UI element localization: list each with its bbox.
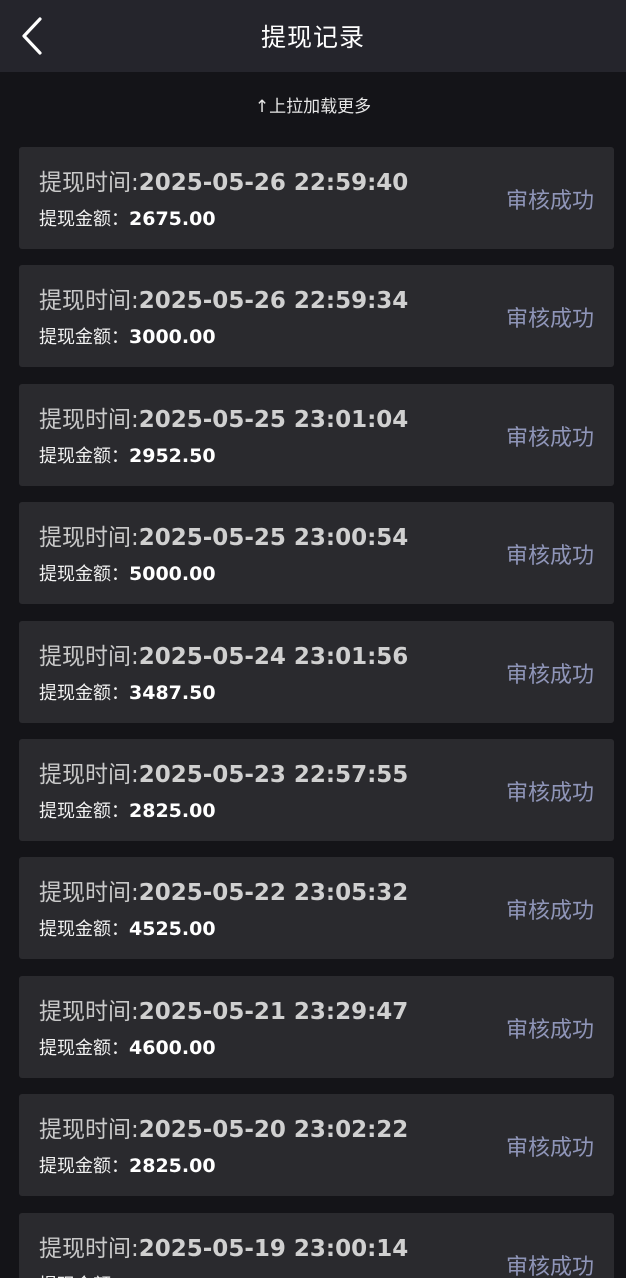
time-value: 2025-05-20 23:02:22 — [138, 1117, 409, 1144]
time-value: 2025-05-22 23:05:32 — [138, 880, 409, 907]
amount-label: 提现金额： — [39, 919, 129, 941]
nav-bar: 提现记录 — [0, 0, 626, 72]
record-item[interactable]: 提现时间:2025-05-22 23:05:32 提现金额：4525.00 审核… — [19, 857, 614, 960]
withdraw-amount: 提现金额： — [39, 1271, 129, 1278]
withdraw-time: 提现时间:2025-05-21 23:29:47 — [39, 992, 408, 1026]
time-label: 提现时间: — [39, 406, 139, 433]
record-list: 提现时间:2025-05-26 22:59:40 提现金额：2675.00 审核… — [19, 147, 614, 1278]
record-item[interactable]: 提现时间:2025-05-26 22:59:40 提现金额：2675.00 审核… — [19, 147, 614, 249]
withdraw-amount: 提现金额：2825.00 — [39, 1152, 216, 1178]
status-badge: 审核成功 — [505, 899, 594, 925]
amount-value: 2952.50 — [129, 444, 216, 467]
status-badge: 审核成功 — [505, 1136, 594, 1162]
amount-label: 提现金额： — [39, 800, 129, 822]
withdraw-time: 提现时间:2025-05-19 23:00:14 — [39, 1229, 408, 1263]
time-value: 2025-05-26 22:59:34 — [138, 288, 409, 315]
status-badge: 审核成功 — [505, 662, 594, 688]
time-value: 2025-05-24 23:01:56 — [138, 643, 409, 670]
amount-label: 提现金额： — [39, 445, 129, 467]
time-value: 2025-05-19 23:00:14 — [138, 1235, 409, 1262]
status-badge: 审核成功 — [505, 307, 594, 333]
amount-label: 提现金额： — [39, 1037, 129, 1059]
withdraw-amount: 提现金额：4525.00 — [39, 915, 216, 941]
withdraw-time: 提现时间:2025-05-26 22:59:40 — [39, 163, 408, 197]
amount-value: 2825.00 — [129, 1155, 216, 1178]
withdraw-amount: 提现金额：2675.00 — [39, 205, 216, 231]
time-label: 提现时间: — [39, 761, 139, 788]
time-value: 2025-05-25 23:01:04 — [138, 406, 409, 433]
status-badge: 审核成功 — [505, 780, 594, 806]
withdraw-amount: 提现金额：2952.50 — [39, 442, 216, 468]
withdraw-amount: 提现金额：2825.00 — [39, 797, 216, 823]
withdraw-time: 提现时间:2025-05-25 23:00:54 — [39, 518, 408, 552]
withdraw-amount: 提现金额：3000.00 — [39, 323, 216, 349]
withdraw-amount: 提现金额：3487.50 — [39, 679, 216, 705]
time-value: 2025-05-23 22:57:55 — [138, 761, 409, 788]
time-label: 提现时间: — [39, 880, 139, 907]
record-item[interactable]: 提现时间:2025-05-19 23:00:14 提现金额： 审核成功 — [19, 1212, 614, 1278]
record-item[interactable]: 提现时间:2025-05-26 22:59:34 提现金额：3000.00 审核… — [19, 265, 614, 368]
amount-value: 2825.00 — [129, 799, 216, 822]
time-value: 2025-05-26 22:59:40 — [138, 170, 409, 196]
withdraw-time: 提现时间:2025-05-25 23:01:04 — [39, 400, 408, 434]
amount-label: 提现金额： — [39, 1156, 129, 1178]
record-item[interactable]: 提现时间:2025-05-25 23:01:04 提现金额：2952.50 审核… — [19, 383, 614, 486]
record-item[interactable]: 提现时间:2025-05-21 23:29:47 提现金额：4600.00 审核… — [19, 975, 614, 1078]
record-item[interactable]: 提现时间:2025-05-24 23:01:56 提现金额：3487.50 审核… — [19, 620, 614, 723]
amount-value: 3487.50 — [129, 681, 216, 704]
amount-label: 提现金额： — [39, 1275, 129, 1278]
amount-label: 提现金额： — [39, 682, 129, 704]
time-label: 提现时间: — [39, 643, 139, 670]
pull-up-load-more-hint: ↑上拉加载更多 — [254, 97, 372, 117]
chevron-left-icon — [22, 17, 42, 55]
back-button[interactable] — [8, 12, 56, 60]
amount-value: 4525.00 — [129, 918, 216, 941]
withdrawal-records-page: 提现记录 ↑上拉加载更多 提现时间:2025-05-26 22:59:40 提现… — [0, 0, 626, 1278]
record-item[interactable]: 提现时间:2025-05-25 23:00:54 提现金额：5000.00 审核… — [19, 502, 614, 605]
withdraw-amount: 提现金额：4600.00 — [39, 1034, 216, 1060]
amount-value: 4600.00 — [129, 1036, 216, 1059]
time-label: 提现时间: — [39, 998, 139, 1025]
withdraw-time: 提现时间:2025-05-22 23:05:32 — [39, 873, 408, 907]
time-label: 提现时间: — [39, 525, 139, 552]
time-label: 提现时间: — [39, 288, 139, 315]
amount-value: 2675.00 — [129, 208, 216, 230]
status-badge: 审核成功 — [505, 544, 594, 570]
withdraw-time: 提现时间:2025-05-23 22:57:55 — [39, 755, 408, 789]
withdraw-amount: 提现金额：5000.00 — [39, 560, 216, 586]
withdraw-time: 提现时间:2025-05-20 23:02:22 — [39, 1110, 408, 1144]
amount-label: 提现金额： — [39, 327, 129, 349]
amount-label: 提现金额： — [39, 209, 129, 230]
page-title: 提现记录 — [260, 23, 365, 52]
amount-label: 提现金额： — [39, 564, 129, 586]
record-item[interactable]: 提现时间:2025-05-23 22:57:55 提现金额：2825.00 审核… — [19, 738, 614, 841]
status-badge: 审核成功 — [505, 1254, 594, 1278]
withdraw-time: 提现时间:2025-05-26 22:59:34 — [39, 281, 408, 315]
time-value: 2025-05-21 23:29:47 — [138, 998, 409, 1025]
amount-value: 5000.00 — [129, 563, 216, 586]
record-item[interactable]: 提现时间:2025-05-20 23:02:22 提现金额：2825.00 审核… — [19, 1094, 614, 1197]
status-badge: 审核成功 — [505, 1017, 594, 1043]
time-label: 提现时间: — [39, 1117, 139, 1144]
time-label: 提现时间: — [39, 1235, 139, 1262]
status-badge: 审核成功 — [505, 189, 594, 214]
withdraw-time: 提现时间:2025-05-24 23:01:56 — [39, 637, 408, 671]
time-value: 2025-05-25 23:00:54 — [138, 525, 409, 552]
time-label: 提现时间: — [39, 170, 139, 196]
amount-value: 3000.00 — [129, 326, 216, 349]
status-badge: 审核成功 — [505, 425, 594, 451]
